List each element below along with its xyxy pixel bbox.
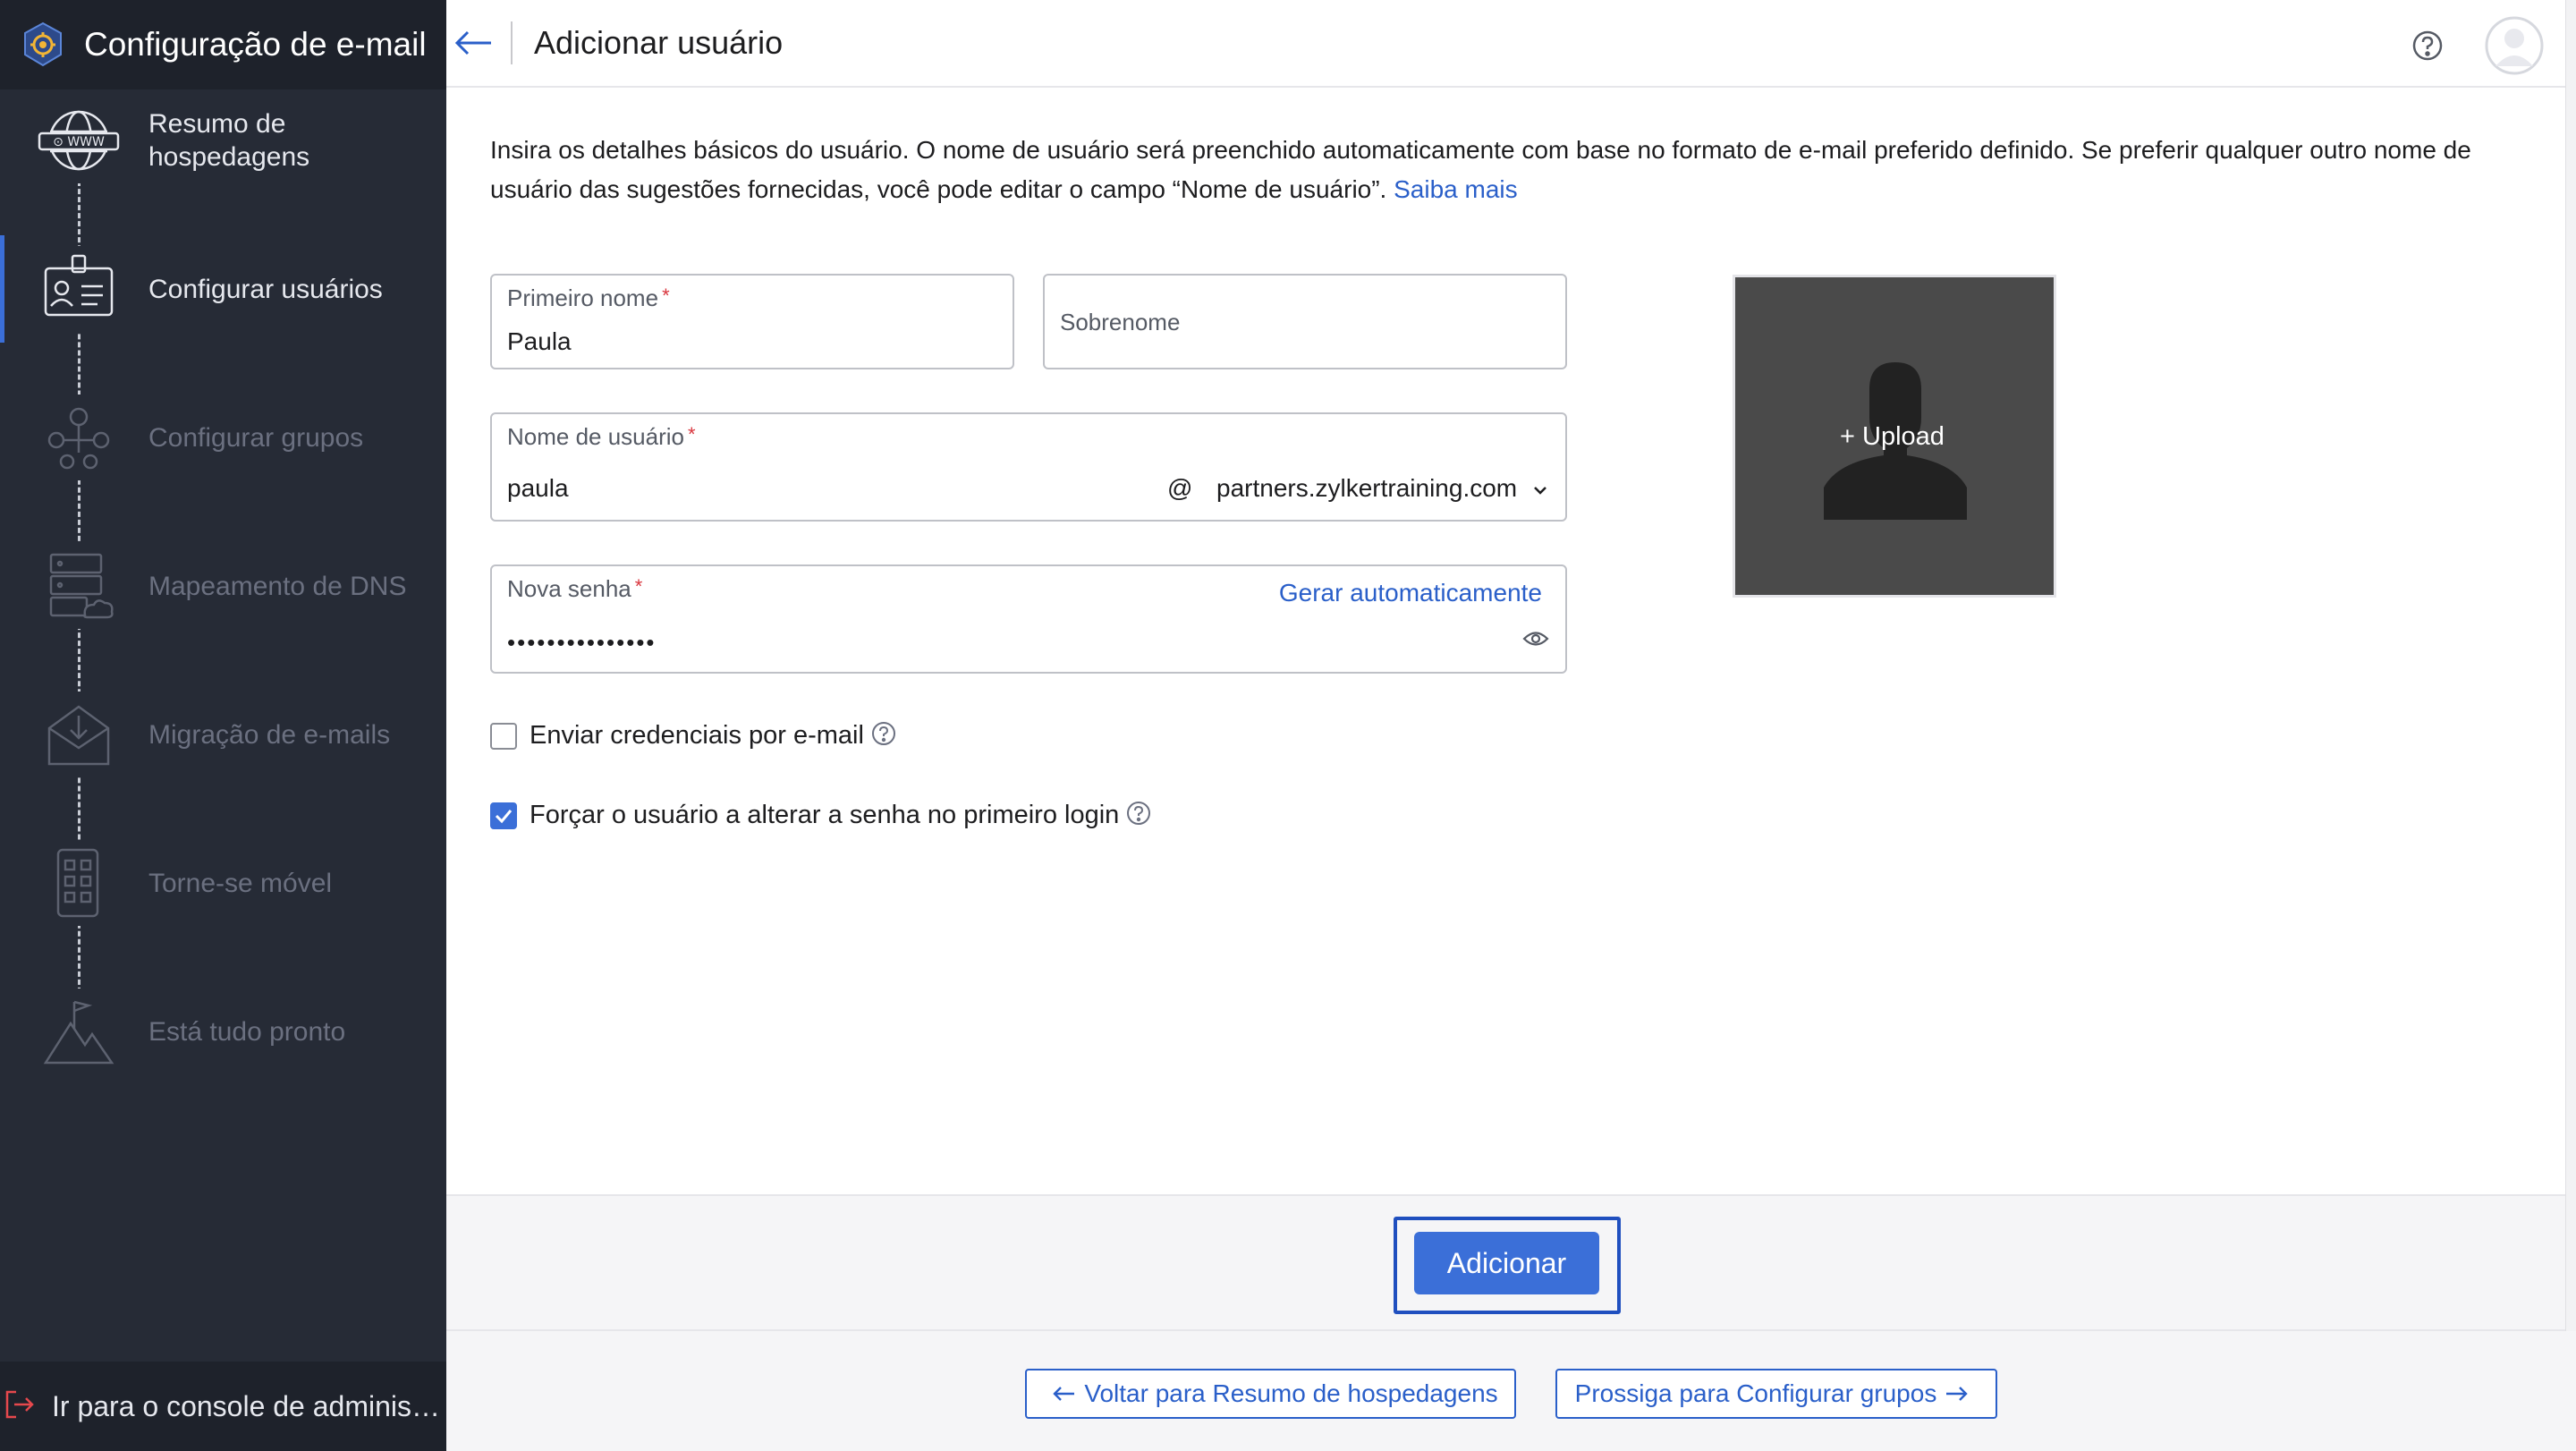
- mountain-flag-icon: [36, 989, 122, 1074]
- username-label: Nome de usuário *: [507, 423, 696, 450]
- learn-more-link[interactable]: Saiba mais: [1394, 175, 1518, 203]
- sidebar-item-torne-se-movel[interactable]: Torne-se móvel: [0, 829, 446, 937]
- force-change-row[interactable]: Forçar o usuário a alterar a senha no pr…: [490, 801, 1151, 830]
- top-bar: Adicionar usuário: [446, 0, 2565, 88]
- sidebar-item-label: Configurar usuários: [148, 274, 383, 304]
- sidebar-item-esta-tudo-pronto[interactable]: Está tudo pronto: [0, 978, 446, 1085]
- first-name-label: Primeiro nome *: [507, 284, 670, 311]
- back-arrow-icon[interactable]: [448, 18, 498, 68]
- gear-badge-icon: [18, 20, 68, 70]
- sidebar-item-label: Resumo de hospedagens: [148, 109, 310, 172]
- password-label: Nova senha *: [507, 575, 643, 602]
- admin-console-label: Ir para o console de administração: [52, 1389, 445, 1422]
- vertical-scrollbar[interactable]: [2565, 0, 2576, 1331]
- previous-step-button[interactable]: Voltar para Resumo de hospedagens: [1025, 1369, 1516, 1419]
- sidebar-item-label: Torne-se móvel: [148, 868, 333, 898]
- send-credentials-label: Enviar credenciais por e-mail: [530, 721, 864, 750]
- chevron-down-icon[interactable]: [1533, 484, 1547, 500]
- page-title: Adicionar usuário: [534, 24, 784, 61]
- divider: [511, 21, 513, 64]
- last-name-field[interactable]: Sobrenome: [1043, 274, 1567, 369]
- mobile-apps-icon: [36, 840, 122, 926]
- help-icon[interactable]: [2411, 30, 2444, 62]
- add-button[interactable]: Adicionar: [1414, 1232, 1599, 1294]
- globe-www-icon: ⊙ WWW: [36, 98, 122, 183]
- arrow-left-icon: [1052, 1386, 1075, 1402]
- next-step-label: Prossiga para Configurar grupos: [1574, 1379, 1937, 1407]
- domain-select[interactable]: partners.zylkertraining.com: [1216, 474, 1517, 503]
- photo-upload[interactable]: + Upload: [1733, 275, 2056, 598]
- password-value: •••••••••••••••: [507, 629, 657, 656]
- sidebar-item-label: Está tudo pronto: [148, 1016, 346, 1047]
- admin-console-link[interactable]: Ir para o console de administração: [0, 1362, 446, 1451]
- next-step-button[interactable]: Prossiga para Configurar grupos: [1555, 1369, 1997, 1419]
- auto-generate-link[interactable]: Gerar automaticamente: [1279, 579, 1542, 607]
- sidebar-title: Configuração de e-mail: [84, 26, 427, 63]
- sidebar-item-mapeamento-dns[interactable]: Mapeamento de DNS: [0, 532, 446, 640]
- help-icon[interactable]: [871, 721, 896, 751]
- sidebar-item-resumo-hospedagens[interactable]: ⊙ WWW Resumo de hospedagens: [0, 87, 446, 194]
- user-card-icon: [36, 246, 122, 332]
- send-credentials-checkbox[interactable]: [490, 722, 517, 750]
- eye-icon[interactable]: [1522, 629, 1549, 653]
- send-credentials-row[interactable]: Enviar credenciais por e-mail: [490, 721, 896, 751]
- previous-step-label: Voltar para Resumo de hospedagens: [1084, 1379, 1498, 1407]
- sidebar: Configuração de e-mail ⊙ WWW Resumo de h…: [0, 0, 446, 1451]
- password-field[interactable]: Nova senha * Gerar automaticamente ••••••…: [490, 564, 1567, 674]
- username-field[interactable]: Nome de usuário * paula @ partners.zylker…: [490, 412, 1567, 522]
- force-change-checkbox[interactable]: [490, 802, 517, 829]
- svg-text:⊙ WWW: ⊙ WWW: [53, 135, 105, 149]
- last-name-label: Sobrenome: [1060, 309, 1181, 335]
- group-network-icon: [36, 395, 122, 480]
- force-change-label: Forçar o usuário a alterar a senha no pr…: [530, 801, 1120, 829]
- arrow-right-icon: [1945, 1386, 1969, 1402]
- sidebar-item-label: Mapeamento de DNS: [148, 571, 407, 601]
- mail-download-icon: [36, 692, 122, 777]
- sidebar-item-label: Migração de e-mails: [148, 719, 391, 750]
- upload-label: + Upload: [1840, 422, 1945, 451]
- first-name-value: Paula: [507, 327, 572, 355]
- sidebar-header: Configuração de e-mail: [0, 0, 446, 89]
- avatar[interactable]: [2485, 16, 2544, 75]
- sidebar-item-configurar-usuarios[interactable]: Configurar usuários: [0, 235, 446, 343]
- sidebar-item-label: Configurar grupos: [148, 422, 364, 453]
- help-icon[interactable]: [1126, 801, 1151, 830]
- intro-text: Insira os detalhes básicos do usuário. O…: [490, 131, 2512, 209]
- dns-server-icon: [36, 543, 122, 629]
- first-name-field[interactable]: Primeiro nome * Paula: [490, 274, 1014, 369]
- at-sign: @: [1167, 474, 1193, 502]
- username-value: paula: [507, 474, 569, 502]
- sidebar-item-migracao-emails[interactable]: Migração de e-mails: [0, 681, 446, 788]
- logout-icon: [4, 1388, 36, 1425]
- sidebar-item-configurar-grupos[interactable]: Configurar grupos: [0, 384, 446, 491]
